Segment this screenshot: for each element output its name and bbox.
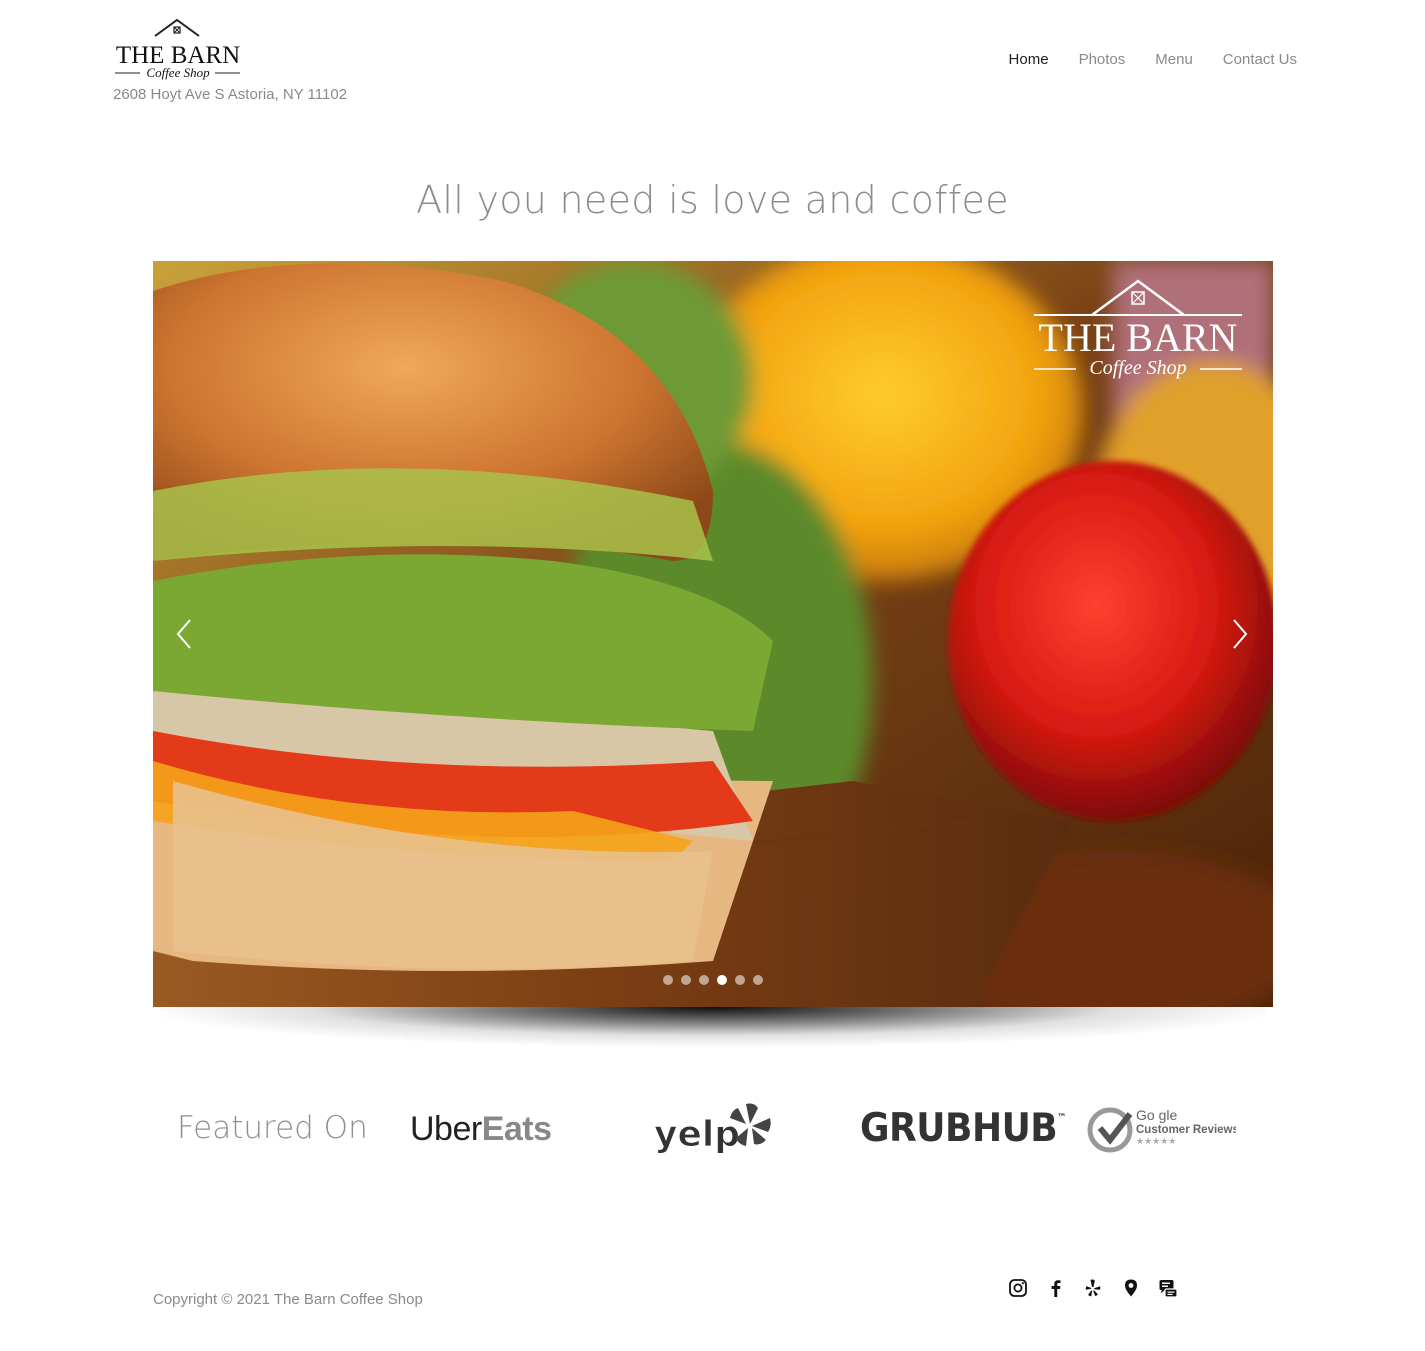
slider-dot[interactable] <box>681 975 691 985</box>
featured-on-label: Featured On <box>177 1110 368 1146</box>
google-reviews-logo[interactable]: Go gle Customer Reviews ★★★★★ <box>1086 1104 1239 1161</box>
copyright-text: Copyright © 2021 The Barn Coffee Shop <box>153 1291 423 1308</box>
instagram-icon[interactable] <box>1008 1278 1028 1298</box>
nav-home[interactable]: Home <box>1009 51 1049 68</box>
uber-eats-logo-part1: Uber <box>410 1110 482 1148</box>
yelp-icon[interactable] <box>1083 1278 1103 1298</box>
overlay-logo-title: THE BARN <box>1039 315 1238 360</box>
overlay-logo-subtitle: Coffee Shop <box>1089 357 1186 379</box>
google-logo-stars: ★★★★★ <box>1136 1137 1176 1147</box>
slider-dot[interactable] <box>699 975 709 985</box>
grubhub-tm: ™ <box>1057 1112 1066 1124</box>
slider-prev-button[interactable] <box>168 614 198 654</box>
nav-photos[interactable]: Photos <box>1079 51 1126 68</box>
slider-dot-active[interactable] <box>717 975 727 985</box>
chevron-right-icon <box>1233 619 1248 649</box>
slide-overlay-logo: THE BARN Coffee Shop <box>1030 275 1246 385</box>
slider-dot[interactable] <box>663 975 673 985</box>
chevron-left-icon <box>176 619 191 649</box>
grubhub-logo-text: GRUBHUB <box>860 1106 1058 1151</box>
uber-eats-logo-part2: Eats <box>481 1110 552 1148</box>
google-logo-caption: Customer Reviews <box>1136 1124 1236 1136</box>
google-logo-text: Go gle <box>1136 1107 1177 1123</box>
main-nav: Home Photos Menu Contact Us <box>979 51 1297 68</box>
social-links <box>1008 1278 1196 1298</box>
slider-next-button[interactable] <box>1226 614 1256 654</box>
site-logo[interactable]: THE BARN Coffee Shop <box>113 16 243 82</box>
slider-dot[interactable] <box>735 975 745 985</box>
map-pin-icon[interactable] <box>1121 1278 1141 1298</box>
slider-shadow <box>160 1007 1266 1055</box>
logo-subtitle: Coffee Shop <box>146 65 210 80</box>
yelp-logo-text: yelp <box>654 1114 740 1155</box>
slider-dots <box>663 975 763 985</box>
nav-menu[interactable]: Menu <box>1155 51 1193 68</box>
yelp-logo[interactable]: yelp <box>652 1100 772 1165</box>
facebook-icon[interactable] <box>1046 1278 1066 1298</box>
review-icon[interactable] <box>1158 1278 1178 1298</box>
address-text: 2608 Hoyt Ave S Astoria, NY 11102 <box>113 86 348 103</box>
nav-contact-us[interactable]: Contact Us <box>1223 51 1297 68</box>
grubhub-logo[interactable]: GRUBHUB™ <box>860 1106 1066 1150</box>
slider-dot[interactable] <box>753 975 763 985</box>
uber-eats-logo[interactable]: UberEats <box>410 1110 552 1149</box>
hero-tagline: All you need is love and coffee <box>416 178 1009 222</box>
